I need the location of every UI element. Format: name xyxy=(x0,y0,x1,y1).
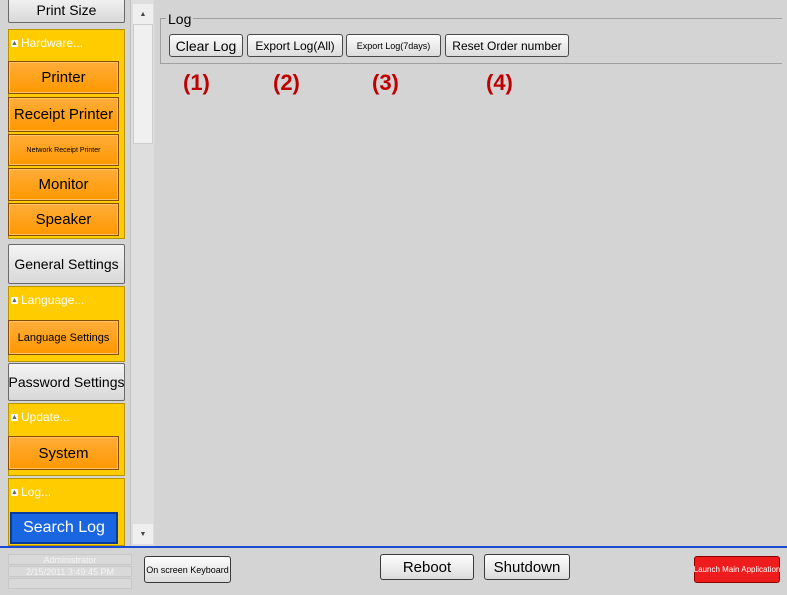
export-log-7days-label: Export Log(7days) xyxy=(356,40,431,51)
reset-order-number-label: Reset Order number xyxy=(452,38,562,53)
log-header-label: Log... xyxy=(21,485,52,499)
clear-log-button[interactable]: Clear Log xyxy=(169,34,243,57)
status-blank-line xyxy=(8,578,132,589)
language-group-header[interactable]: ▲ Language... xyxy=(9,293,84,307)
print-size-button[interactable]: Print Size xyxy=(8,0,125,23)
chevron-down-icon[interactable]: ▼ xyxy=(133,524,153,544)
language-settings-button[interactable]: Language Settings xyxy=(8,320,119,355)
general-settings-button[interactable]: General Settings xyxy=(8,244,125,284)
speaker-button[interactable]: Speaker xyxy=(8,203,119,236)
marker-4: (4) xyxy=(486,70,513,95)
network-receipt-printer-label: Network Receipt Printer xyxy=(26,146,101,154)
marker-3: (3) xyxy=(372,70,399,95)
receipt-printer-button[interactable]: Receipt Printer xyxy=(8,97,119,132)
speaker-label: Speaker xyxy=(35,211,92,228)
scrollbar-thumb[interactable] xyxy=(133,24,153,144)
reset-order-number-button[interactable]: Reset Order number xyxy=(445,34,569,57)
monitor-button[interactable]: Monitor xyxy=(8,168,119,201)
printer-button[interactable]: Printer xyxy=(8,61,119,94)
log-panel-title: Log xyxy=(166,11,194,27)
update-header-label: Update... xyxy=(21,410,70,424)
language-header-label: Language... xyxy=(21,293,85,307)
datetime-status: 2/15/2011 3:49:45 PM xyxy=(8,566,132,577)
password-settings-button[interactable]: Password Settings xyxy=(8,363,125,401)
hardware-group-header[interactable]: ▲ Hardware... xyxy=(9,36,83,50)
hardware-header-label: Hardware... xyxy=(21,36,84,50)
language-settings-label: Language Settings xyxy=(17,331,110,344)
on-screen-keyboard-label: On screen Keyboard xyxy=(146,564,229,575)
chevron-up-icon: ▲ xyxy=(11,296,18,304)
search-log-label: Search Log xyxy=(23,519,105,536)
receipt-printer-label: Receipt Printer xyxy=(13,106,114,123)
sidebar-scrollbar[interactable]: ▲ ▼ xyxy=(130,0,154,546)
clear-log-label: Clear Log xyxy=(175,37,237,54)
print-size-label: Print Size xyxy=(36,1,97,18)
system-label: System xyxy=(38,444,89,462)
on-screen-keyboard-button[interactable]: On screen Keyboard xyxy=(144,556,231,583)
launch-main-application-button[interactable]: Launch Main Application xyxy=(694,556,780,583)
marker-1: (1) xyxy=(183,70,210,95)
marker-2: (2) xyxy=(273,70,300,95)
chevron-up-icon[interactable]: ▲ xyxy=(133,4,153,24)
update-group-header[interactable]: ▲ Update... xyxy=(9,410,70,424)
reboot-button[interactable]: Reboot xyxy=(380,554,474,580)
system-button[interactable]: System xyxy=(8,436,119,470)
log-group-header[interactable]: ▲ Log... xyxy=(9,485,51,499)
password-settings-label: Password Settings xyxy=(8,374,125,390)
export-log-all-button[interactable]: Export Log(All) xyxy=(247,34,343,57)
chevron-up-icon: ▲ xyxy=(11,488,18,496)
user-status: Administrator xyxy=(8,554,132,565)
general-settings-label: General Settings xyxy=(14,256,119,272)
chevron-up-icon: ▲ xyxy=(11,39,18,47)
monitor-label: Monitor xyxy=(38,176,89,193)
chevron-up-icon: ▲ xyxy=(11,413,18,421)
shutdown-button[interactable]: Shutdown xyxy=(484,554,570,580)
shutdown-label: Shutdown xyxy=(493,558,561,576)
sidebar: Print Size ▲ Hardware... Printer Receipt … xyxy=(0,0,128,546)
status-box: Administrator 2/15/2011 3:49:45 PM xyxy=(8,554,132,590)
launch-main-application-label: Launch Main Application xyxy=(693,565,781,574)
network-receipt-printer-button[interactable]: Network Receipt Printer xyxy=(8,134,119,166)
export-log-7days-button[interactable]: Export Log(7days) xyxy=(346,34,441,57)
bottom-bar: Administrator 2/15/2011 3:49:45 PM On sc… xyxy=(0,546,787,595)
reboot-label: Reboot xyxy=(402,558,452,576)
printer-label: Printer xyxy=(41,69,86,86)
export-log-all-label: Export Log(All) xyxy=(255,38,335,53)
search-log-button[interactable]: Search Log xyxy=(10,512,118,544)
